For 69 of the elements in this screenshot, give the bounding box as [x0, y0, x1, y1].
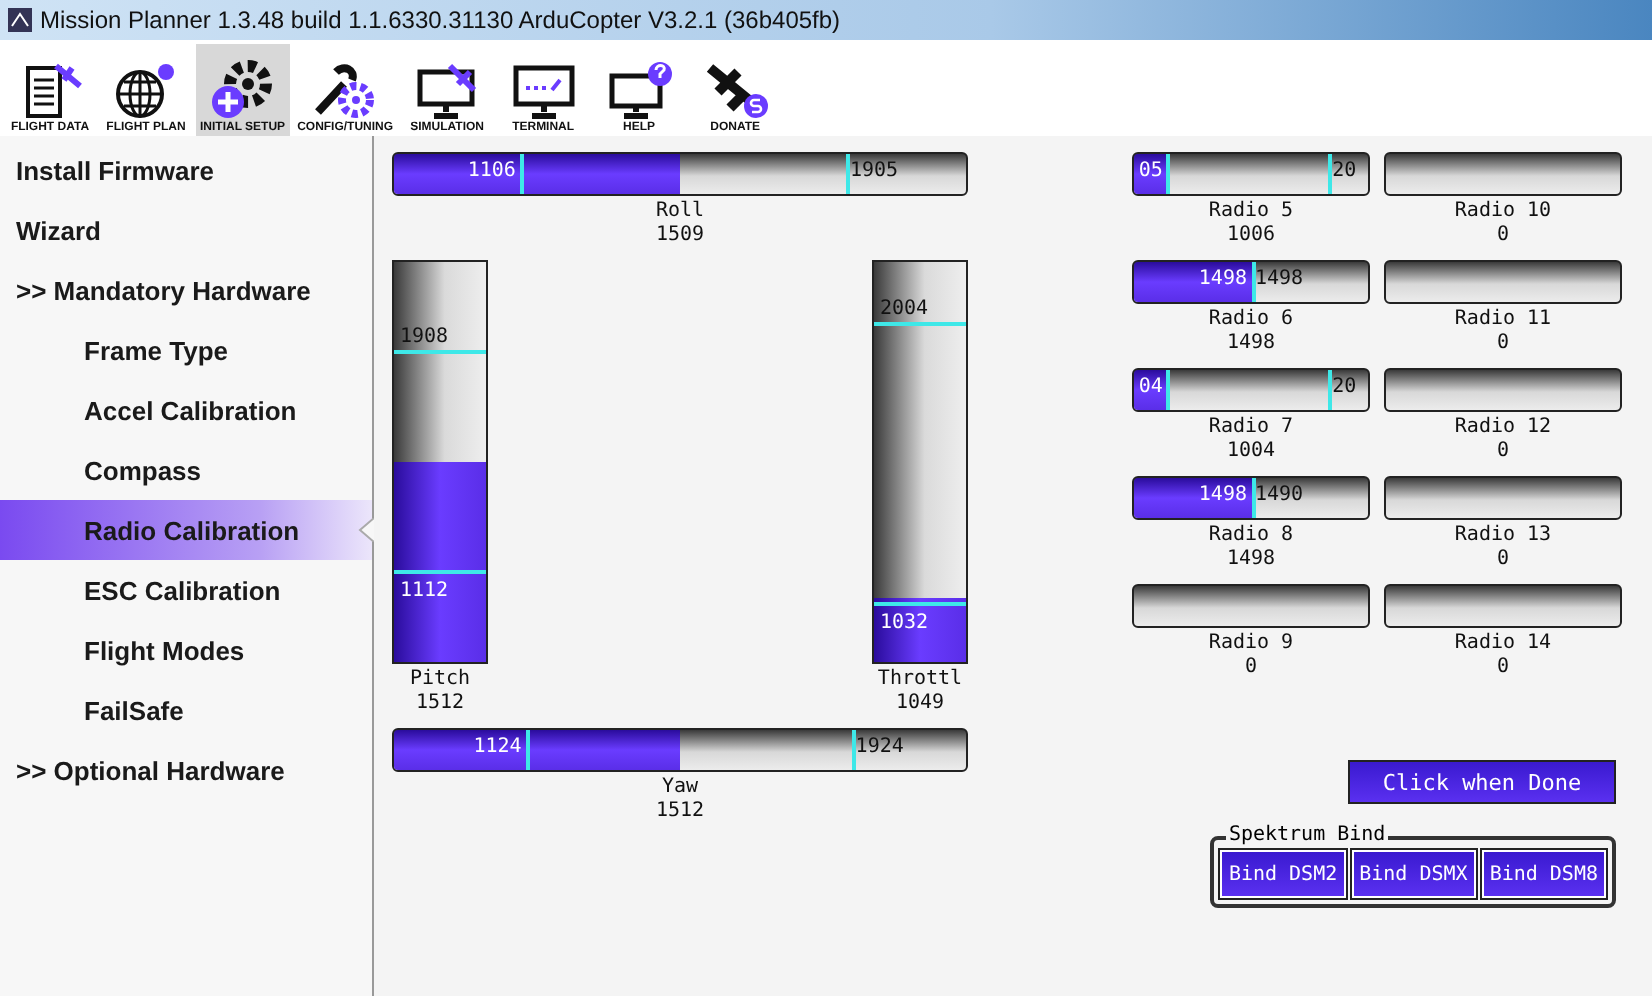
group-title: Spektrum Bind	[1226, 824, 1388, 846]
channel-value: 1049	[895, 692, 945, 716]
channel-value: 1509	[655, 224, 705, 248]
channel-name: Radio 12	[1454, 416, 1552, 440]
channel-name: Roll	[655, 200, 705, 224]
min-reading: 1112	[400, 580, 449, 604]
channel-name: Yaw	[661, 776, 699, 800]
help-icon	[605, 60, 674, 120]
channel-value: 1004	[1226, 440, 1276, 464]
max-reading: 1490	[1255, 484, 1304, 508]
bind-button[interactable]: Bind DSMX	[1351, 850, 1476, 898]
sidebar-item[interactable]: >> Optional Hardware	[0, 740, 372, 800]
channel-name: Radio 6	[1208, 308, 1294, 332]
app-icon	[8, 8, 32, 32]
sidebar-item[interactable]: FailSafe	[0, 680, 372, 740]
done-button[interactable]: Click when Done	[1348, 760, 1616, 804]
sidebar-item[interactable]: Radio Calibration	[0, 500, 372, 560]
sidebar-item[interactable]: ESC Calibration	[0, 560, 372, 620]
window-title: Mission Planner 1.3.48 build 1.1.6330.31130 ArduCopter V3.2.1 (36b405fb)	[40, 6, 841, 34]
max-reading: 1908	[400, 326, 449, 350]
channel-value: 0	[1496, 332, 1510, 356]
wrench-icon	[311, 60, 380, 120]
min-reading: 04	[1138, 376, 1163, 400]
max-reading: 1924	[855, 736, 904, 760]
channel-name: Radio 11	[1454, 308, 1552, 332]
channel-name: Radio 9	[1208, 632, 1294, 656]
channel-value: 1006	[1226, 224, 1276, 248]
sidebar-item[interactable]: Wizard	[0, 200, 372, 260]
channel-value: 0	[1496, 656, 1510, 680]
max-reading: 1905	[849, 160, 899, 184]
bind-button[interactable]: Bind DSM2	[1220, 850, 1346, 898]
min-reading: 1032	[880, 612, 929, 636]
sidebar-item[interactable]: Accel Calibration	[0, 380, 372, 440]
channel-value: 0	[1496, 440, 1510, 464]
channel-name: Radio 7	[1208, 416, 1294, 440]
sidebar-item[interactable]: Compass	[0, 440, 372, 500]
min-reading: 1498	[1198, 268, 1247, 292]
min-reading: 1106	[467, 160, 516, 184]
channel-name: Pitch	[409, 668, 471, 692]
min-reading: 05	[1138, 160, 1163, 184]
terminal-icon	[509, 60, 578, 120]
sidebar-item[interactable]: Install Firmware	[0, 140, 372, 200]
sidebar-item[interactable]: Frame Type	[0, 320, 372, 380]
channel-value: 1498	[1226, 332, 1276, 356]
sidebar-item[interactable]: >> Mandatory Hardware	[0, 260, 372, 320]
max-reading: 20	[1332, 160, 1357, 184]
bind-button[interactable]: Bind DSM8	[1481, 850, 1606, 898]
channel-name: Radio 13	[1454, 524, 1552, 548]
channel-name: Radio 10	[1454, 200, 1552, 224]
max-reading: 2004	[880, 298, 929, 322]
channel-value: 0	[1496, 548, 1510, 572]
channel-value: 0	[1244, 656, 1258, 680]
globe-icon	[112, 60, 180, 120]
sidebar-item[interactable]: Flight Modes	[0, 620, 372, 680]
gear-icon	[208, 60, 277, 120]
channel-name: Radio 8	[1208, 524, 1294, 548]
channel-name: Radio 5	[1208, 200, 1294, 224]
min-reading: 1498	[1198, 484, 1247, 508]
min-reading: 1124	[473, 736, 522, 760]
monitor-icon	[413, 60, 482, 120]
channel-name: Throttl	[877, 668, 963, 692]
channel-value: 1498	[1226, 548, 1276, 572]
channel-value: 0	[1496, 224, 1510, 248]
channel-value: 1512	[415, 692, 465, 716]
channel-name: Radio 14	[1454, 632, 1552, 656]
max-reading: 1498	[1255, 268, 1304, 292]
max-reading: 20	[1332, 376, 1357, 400]
channel-value: 1512	[655, 800, 705, 824]
airplane-icon	[701, 60, 770, 120]
